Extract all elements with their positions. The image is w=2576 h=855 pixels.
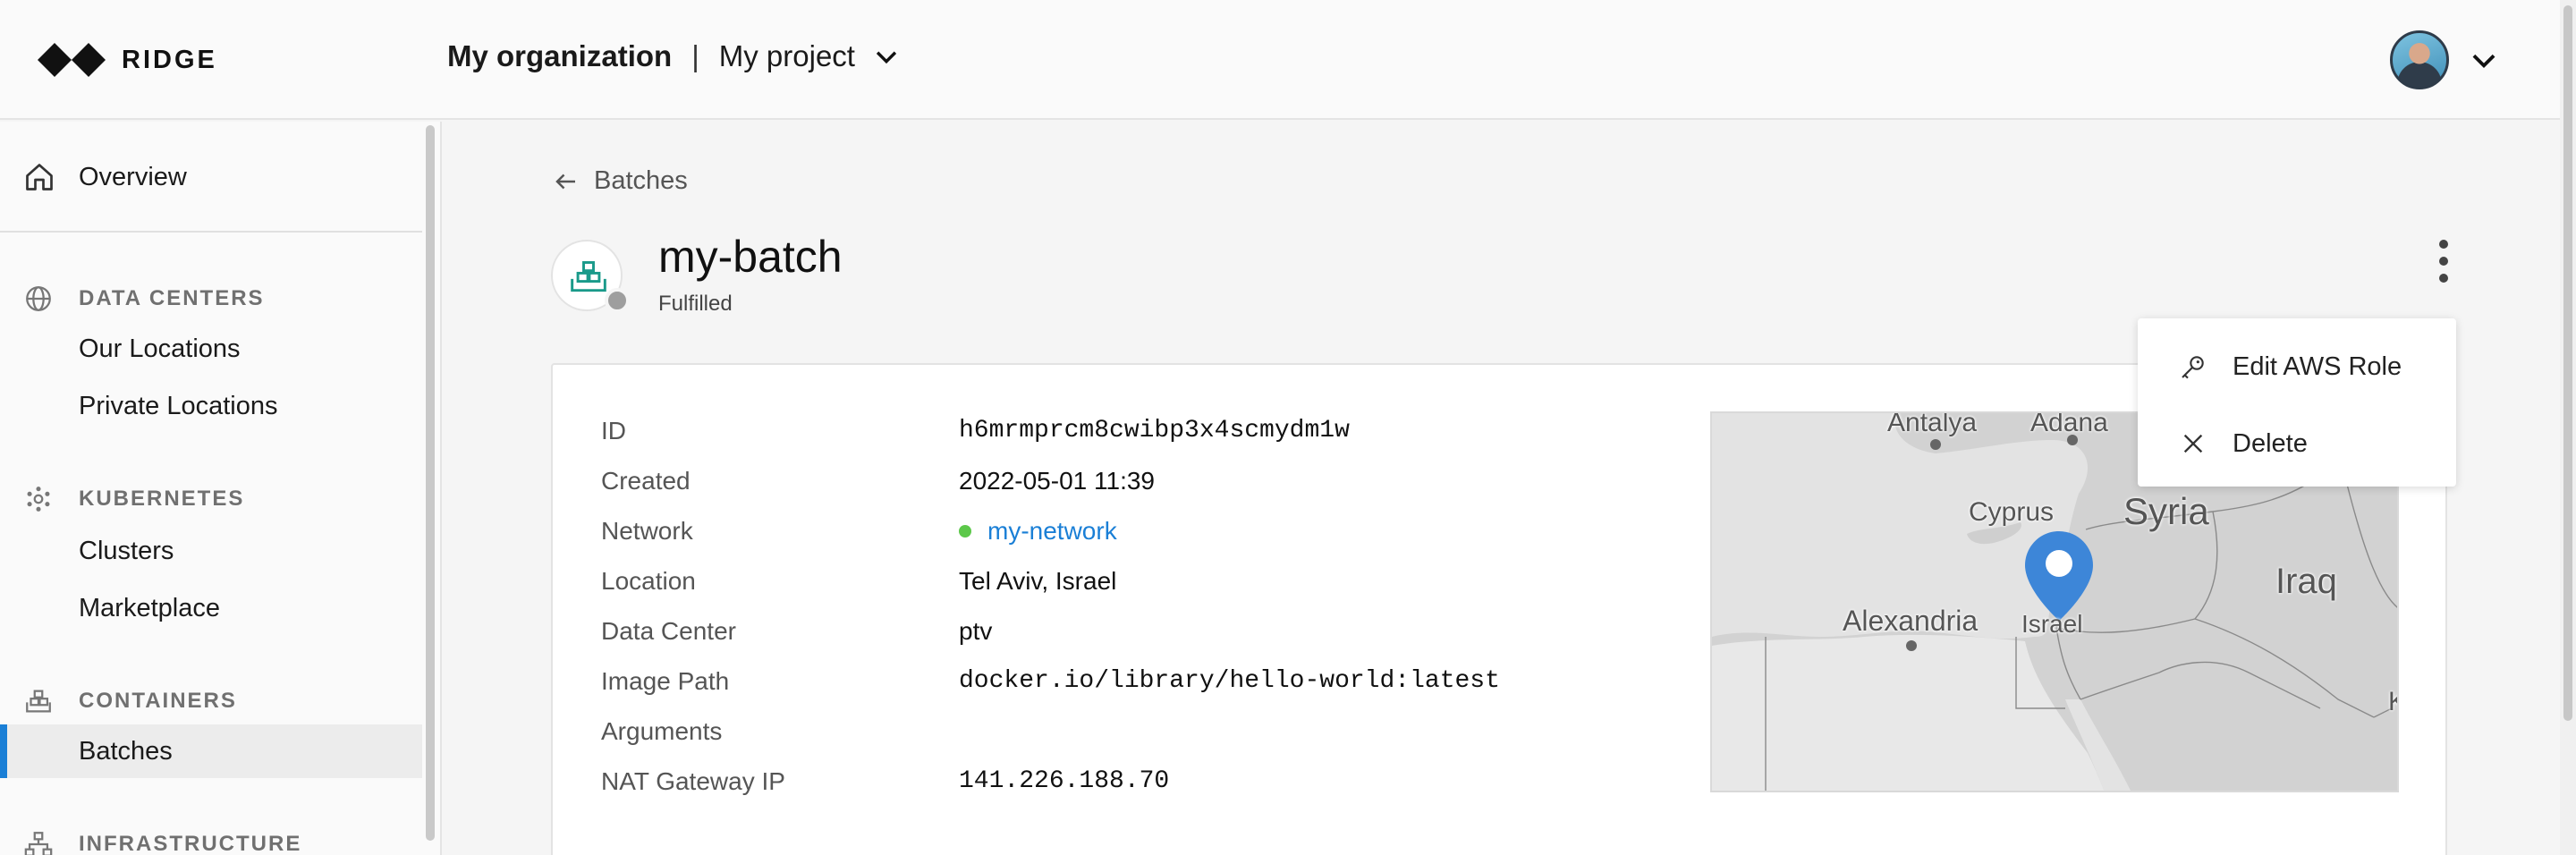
project-name[interactable]: My project	[719, 39, 855, 73]
key-icon	[2182, 356, 2204, 379]
map-label: Iraq	[2275, 562, 2337, 601]
status-indicator	[605, 288, 630, 313]
section-title: INFRASTRUCTURE	[79, 832, 302, 855]
options-menu: Edit AWS Role Delete	[2138, 318, 2456, 487]
section-title: CONTAINERS	[79, 689, 237, 713]
detail-value: 141.226.188.70	[959, 767, 1170, 795]
detail-key: Created	[601, 467, 691, 495]
home-icon	[26, 164, 53, 190]
detail-value: h6mrmprcm8cwibp3x4scmydm1w	[959, 417, 1350, 444]
map-label: Syria	[2123, 490, 2209, 532]
sidebar-scrollbar[interactable]	[426, 125, 435, 841]
detail-value: 2022-05-01 11:39	[959, 467, 1155, 495]
page-title: my-batch	[658, 232, 843, 282]
sidebar-item-private-locations[interactable]: Private Locations	[0, 379, 422, 433]
sidebar-item-batches[interactable]: Batches	[0, 724, 422, 778]
detail-key: Arguments	[601, 717, 723, 745]
containers-icon	[26, 690, 51, 713]
ridge-logo-icon	[38, 43, 106, 77]
sidebar-item-label: Clusters	[79, 536, 174, 565]
detail-key: NAT Gateway IP	[601, 767, 785, 795]
menu-item-label: Edit AWS Role	[2233, 351, 2402, 381]
organization-name[interactable]: My organization	[447, 39, 672, 73]
globe-icon	[26, 286, 51, 311]
logo-text: RIDGE	[122, 45, 217, 74]
section-title: DATA CENTERS	[79, 286, 265, 310]
map-label: Adana	[2030, 411, 2108, 437]
detail-key: Location	[601, 567, 696, 595]
sidebar-divider	[0, 231, 422, 233]
sidebar: Overview DATA CENTERS Our Locations Priv…	[0, 122, 442, 855]
sidebar-item-label: Overview	[79, 162, 187, 191]
detail-key: Image Path	[601, 667, 730, 695]
kebab-dot	[2439, 240, 2448, 249]
arrow-left-icon	[555, 174, 575, 189]
separator: |	[691, 39, 699, 72]
kebab-dot	[2439, 257, 2448, 266]
section-title: KUBERNETES	[79, 487, 245, 511]
detail-value: Tel Aviv, Israel	[959, 567, 1117, 595]
avatar[interactable]	[2390, 30, 2449, 89]
menu-item-label: Delete	[2233, 428, 2308, 458]
org-project-switcher[interactable]: My organization | My project	[447, 39, 902, 73]
kubernetes-icon	[27, 487, 50, 512]
back-link-label: Batches	[594, 166, 688, 195]
map-label: K	[2388, 687, 2397, 717]
detail-key: Network	[601, 517, 693, 545]
top-bar: RIDGE My organization | My project	[0, 0, 2560, 120]
ridge-logo[interactable]: RIDGE	[38, 34, 217, 86]
detail-key: Data Center	[601, 617, 736, 645]
chevron-down-icon[interactable]	[871, 41, 902, 72]
network-status-dot	[959, 524, 971, 538]
menu-item-edit-aws-role[interactable]: Edit AWS Role	[2138, 331, 2456, 402]
map-label: Antalya	[1887, 411, 1978, 437]
map-label: Alexandria	[1843, 605, 1979, 637]
page-scrollbar[interactable]	[2563, 5, 2572, 721]
sidebar-item-our-locations[interactable]: Our Locations	[0, 322, 422, 376]
detail-key: ID	[601, 417, 626, 444]
sidebar-item-clusters[interactable]: Clusters	[0, 524, 422, 578]
close-icon	[2183, 434, 2203, 453]
sidebar-item-marketplace[interactable]: Marketplace	[0, 581, 422, 635]
sidebar-item-label: Marketplace	[79, 593, 220, 622]
more-options-button[interactable]	[2426, 236, 2462, 286]
sidebar-item-label: Batches	[79, 736, 173, 766]
sidebar-item-label: Private Locations	[79, 391, 278, 420]
containers-icon	[571, 261, 606, 292]
map-label: Israel	[2021, 610, 2083, 638]
sidebar-item-overview[interactable]: Overview	[0, 150, 422, 204]
map-label: Cyprus	[1969, 497, 2055, 527]
back-link[interactable]: Batches	[553, 166, 688, 196]
sidebar-item-label: Our Locations	[79, 334, 241, 363]
detail-value: docker.io/library/hello-world:latest	[959, 667, 1500, 695]
status-text: Fulfilled	[658, 292, 733, 316]
network-link[interactable]: my-network	[987, 517, 1117, 545]
kebab-dot	[2439, 274, 2448, 283]
menu-item-delete[interactable]: Delete	[2138, 408, 2456, 479]
detail-value: my-network	[959, 517, 1117, 546]
chevron-down-icon[interactable]	[2467, 43, 2501, 77]
detail-value: ptv	[959, 617, 993, 645]
infrastructure-icon	[24, 832, 53, 855]
